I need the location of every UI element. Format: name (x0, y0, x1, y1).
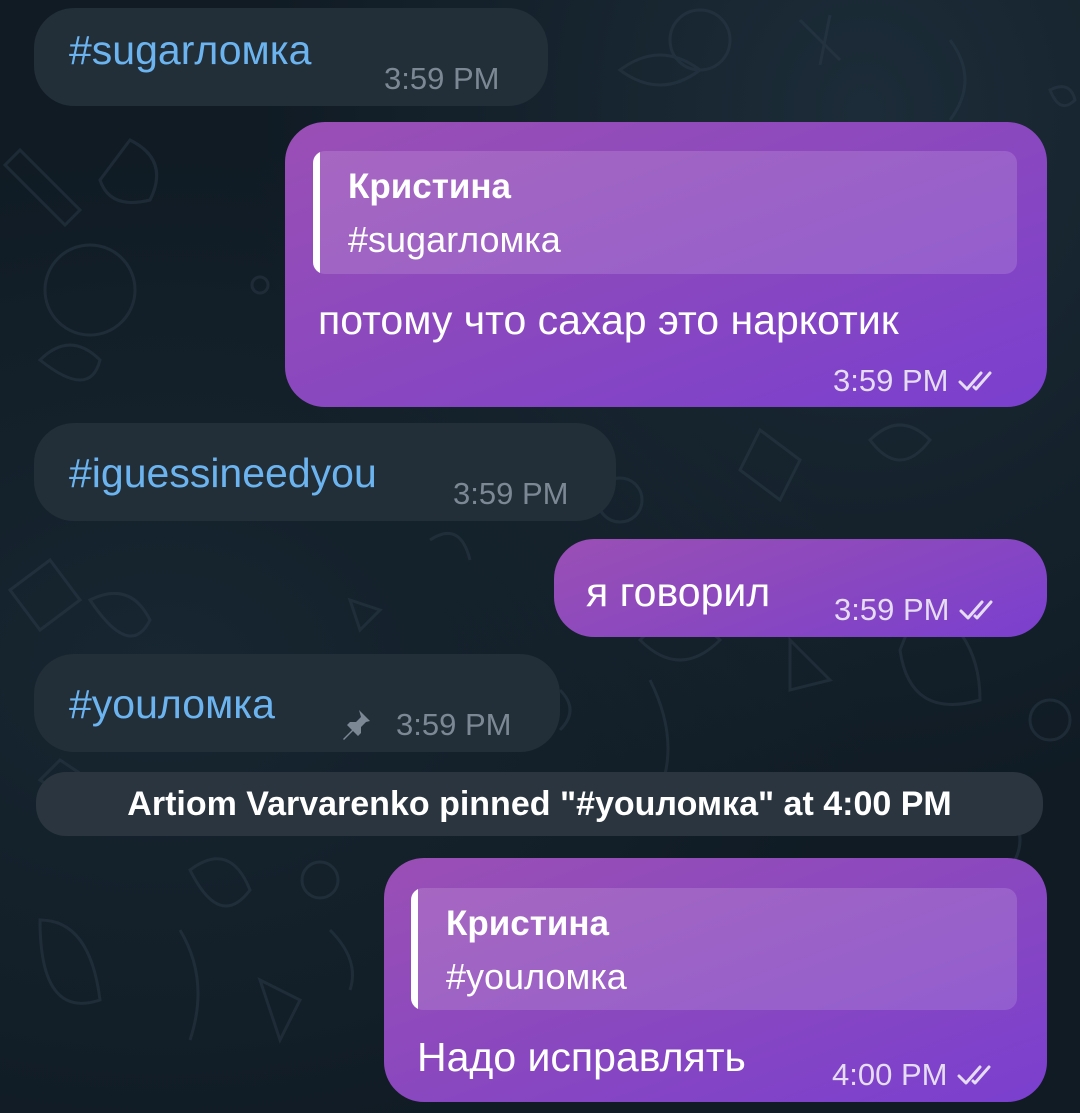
reply-accent-bar (411, 888, 418, 1010)
reply-text: #sugarломка (348, 219, 561, 260)
message-bubble-incoming[interactable]: #sugarломка 3:59 PM (34, 8, 548, 106)
message-time: 3:59 PM (834, 592, 950, 627)
message-time: 3:59 PM (384, 61, 500, 96)
message-meta: 3:59 PM (834, 592, 1005, 628)
message-hashtag-link[interactable]: #youломка (69, 684, 275, 725)
message-bubble-outgoing[interactable]: Кристина #sugarломка потому что сахар эт… (285, 122, 1047, 407)
service-message-text: Artiom Varvarenko pinned "#youломка" at … (127, 784, 952, 823)
double-check-icon (958, 371, 992, 391)
message-bubble-incoming[interactable]: #youломка 3:59 PM (34, 654, 560, 752)
message-text: Надо исправлять (417, 1034, 746, 1080)
message-bubble-outgoing[interactable]: я говорил 3:59 PM (554, 539, 1047, 637)
message-hashtag-link[interactable]: #sugarломка (69, 30, 311, 71)
message-time: 3:59 PM (833, 363, 949, 398)
reply-quote[interactable]: Кристина #youломка (411, 888, 1017, 1010)
message-bubble-outgoing[interactable]: Кристина #youломка Надо исправлять 4:00 … (384, 858, 1047, 1102)
pin-icon (343, 710, 370, 740)
reply-accent-bar (313, 151, 320, 274)
message-hashtag-link[interactable]: #iguessineedyou (69, 453, 377, 494)
double-check-icon (957, 1065, 991, 1085)
message-time: 3:59 PM (453, 476, 569, 511)
reply-text: #youломка (446, 956, 627, 997)
message-meta: 4:00 PM (832, 1057, 1003, 1093)
message-text: я говорил (586, 569, 771, 615)
message-time: 3:59 PM (396, 707, 512, 742)
reply-author: Кристина (446, 904, 609, 943)
reply-quote[interactable]: Кристина #sugarломка (313, 151, 1017, 274)
message-bubble-incoming[interactable]: #iguessineedyou 3:59 PM (34, 423, 616, 521)
reply-author: Кристина (348, 167, 511, 206)
chat-view[interactable]: #sugarломка 3:59 PM Кристина #sugarломка… (0, 0, 1080, 1113)
message-text: потому что сахар это наркотик (318, 297, 899, 343)
message-meta: 3:59 PM (833, 363, 1004, 399)
service-message-pinned[interactable]: Artiom Varvarenko pinned "#youломка" at … (36, 772, 1043, 836)
message-time: 4:00 PM (832, 1057, 948, 1092)
double-check-icon (959, 600, 993, 620)
